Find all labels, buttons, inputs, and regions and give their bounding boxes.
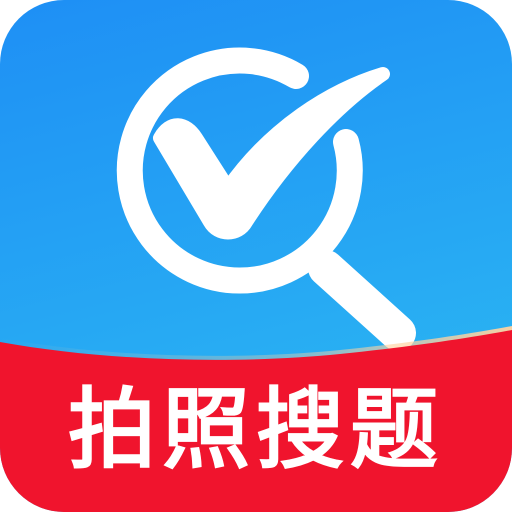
banner-label: 拍照搜题 <box>67 378 444 481</box>
app-icon[interactable]: 拍照搜题 <box>0 0 512 512</box>
